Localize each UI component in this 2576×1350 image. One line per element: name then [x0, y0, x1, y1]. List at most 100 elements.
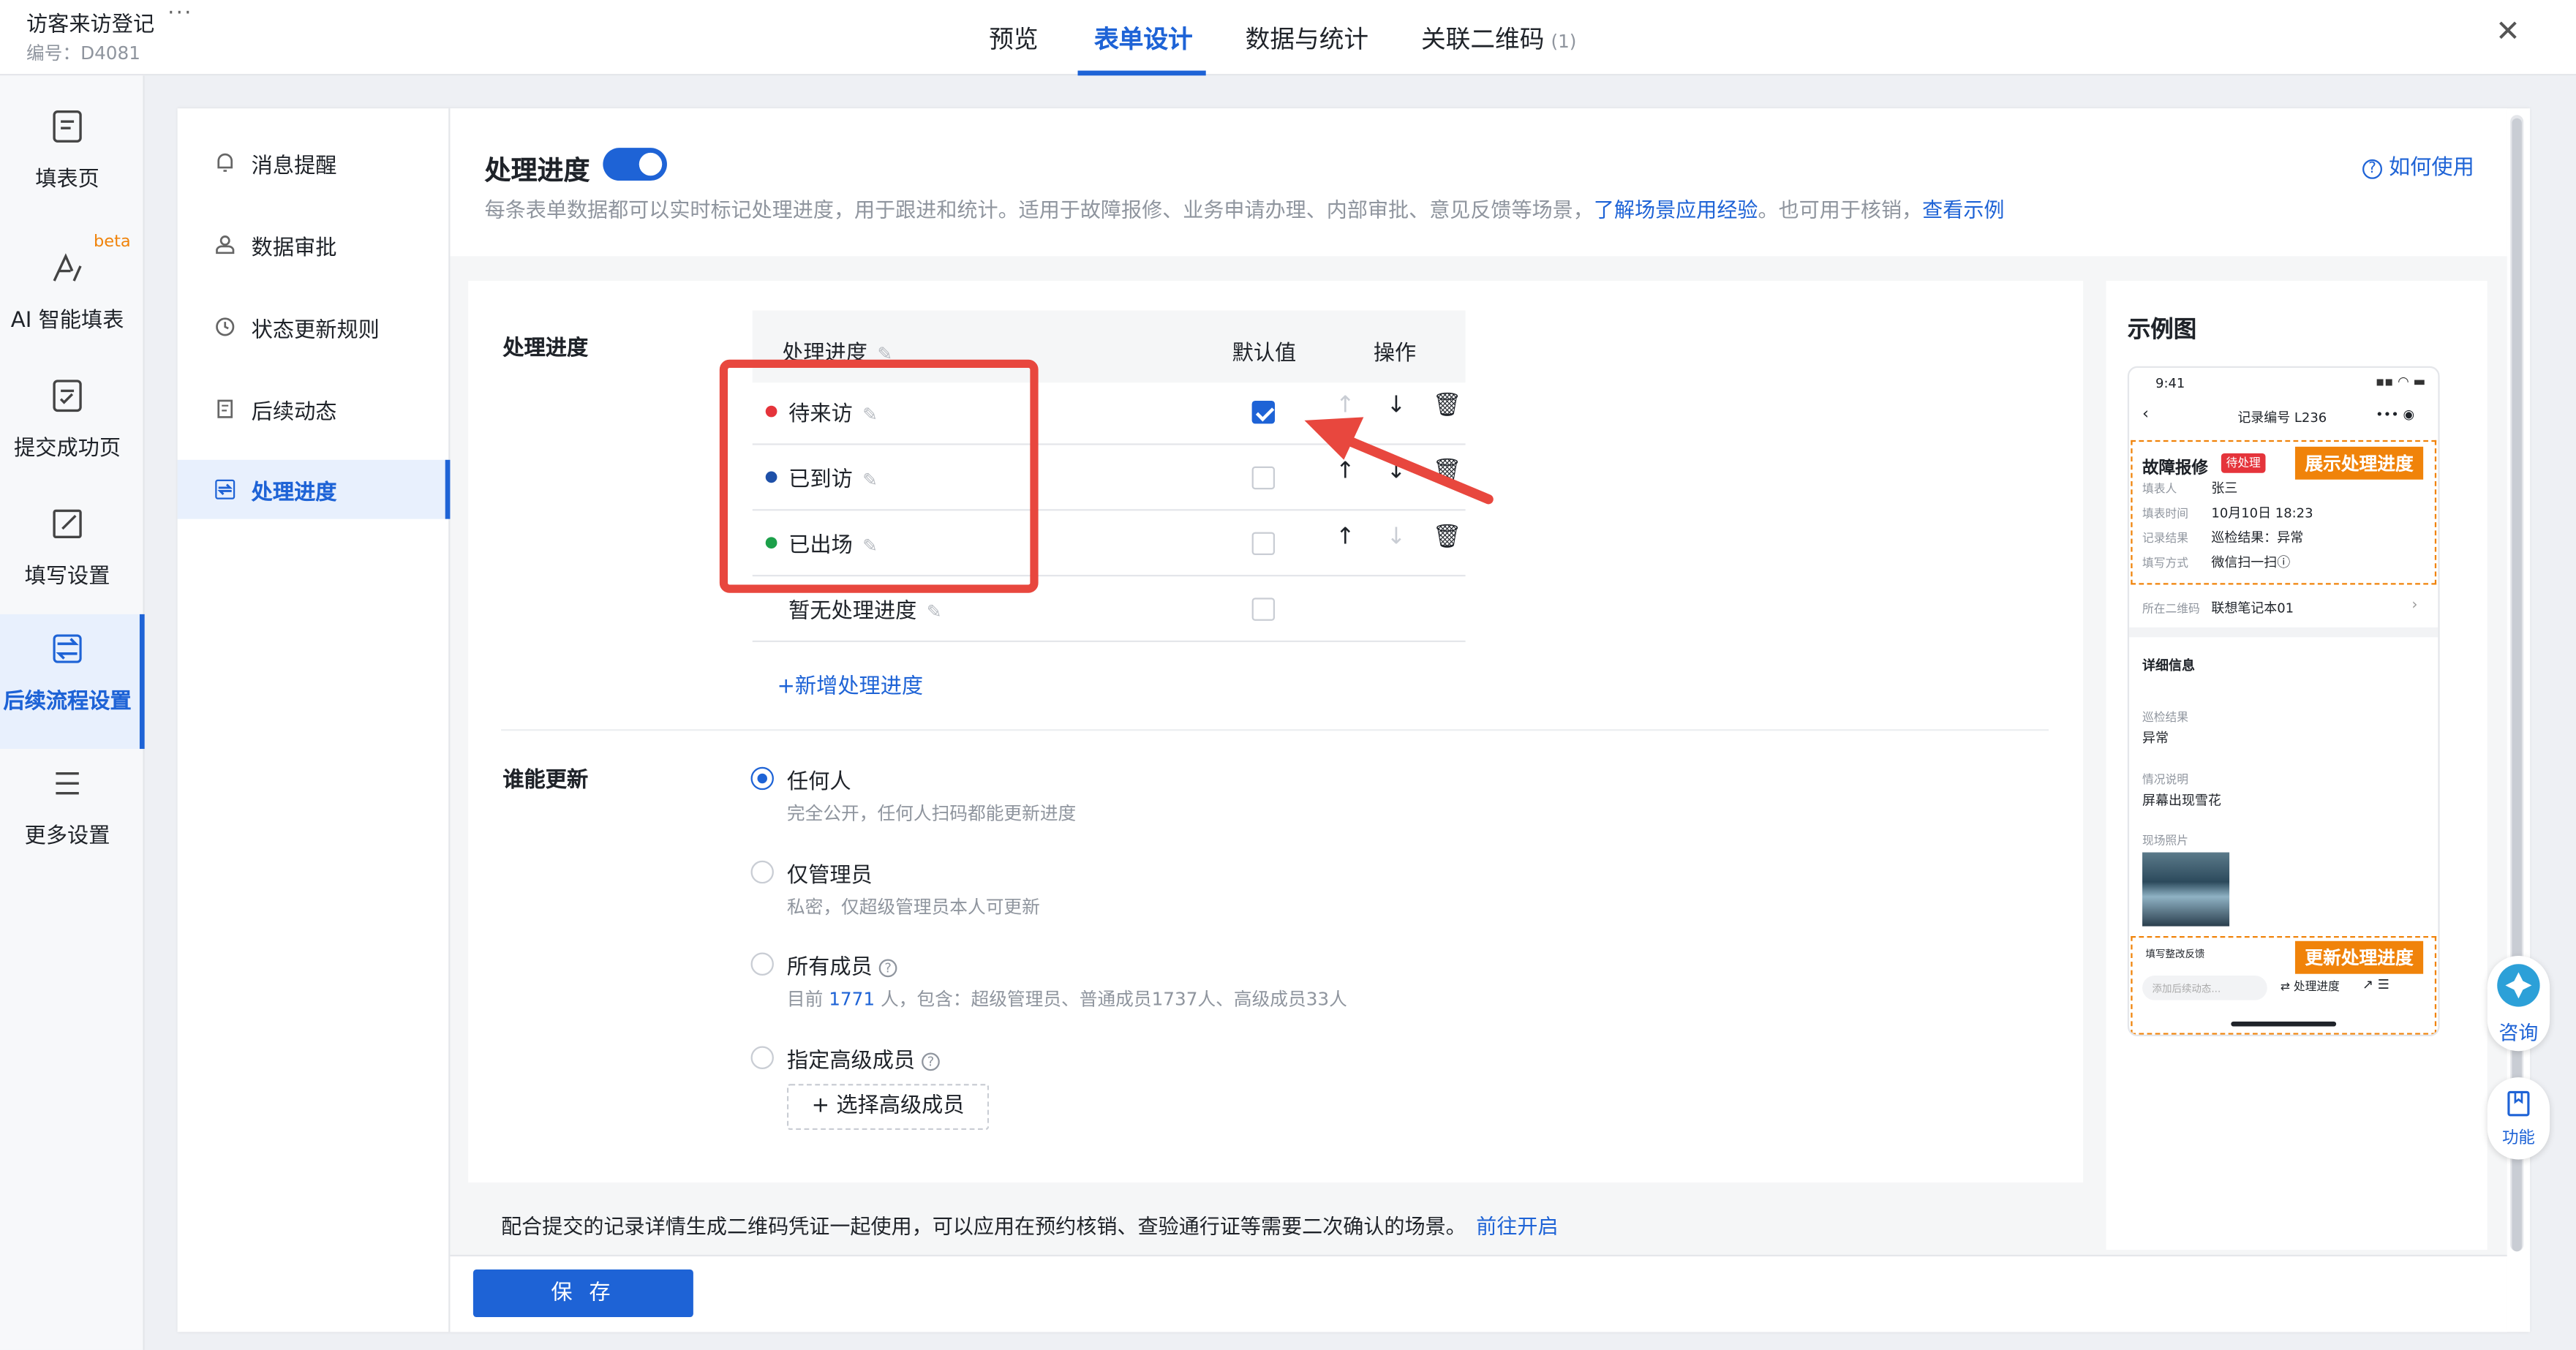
row-label-text: 暂无处理进度	[788, 599, 917, 625]
progress-btn-label: ⇄ 处理进度	[2280, 980, 2340, 994]
flow-icon	[53, 634, 82, 663]
field-value: 张三	[2211, 480, 2238, 497]
help-icon[interactable]: ?	[878, 959, 897, 978]
sub-item-progress[interactable]: 处理进度	[177, 459, 451, 519]
move-down-icon: ↓	[1386, 524, 1406, 551]
rail-label: 更多设置	[24, 824, 110, 850]
tab-form-design[interactable]: 表单设计	[1094, 21, 1193, 56]
qr-value: 联想笔记本01	[2211, 600, 2294, 616]
default-checkbox[interactable]	[1251, 532, 1276, 556]
col-default-header: 默认值	[1232, 342, 1297, 366]
detail-key: 巡检结果	[2142, 711, 2188, 725]
delete-icon[interactable]: 🗑	[1433, 524, 1462, 550]
form-panel: 处理进度 处理进度 ✎ 默认值 操作 待来访 ✎ ↑ ↓ 🗑 已到访 ✎ ↑ ↓…	[468, 281, 2084, 1183]
content-header: 处理进度 每条表单数据都可以实时标记处理进度，用于跟进和统计。适用于故障报修、业…	[450, 108, 2507, 257]
sub-item-status-rules[interactable]: 状态更新规则	[178, 297, 451, 356]
left-rail: 填表页 beta AI 智能填表 提交成功页 填写设置 后续流程设置 更多设置	[0, 75, 145, 1350]
beta-badge: beta	[94, 233, 131, 252]
default-checkbox[interactable]	[1251, 400, 1276, 424]
col-ops-header: 操作	[1373, 342, 1417, 366]
home-indicator	[2231, 1021, 2337, 1027]
move-up-icon[interactable]: ↑	[1336, 524, 1355, 550]
fix-feedback-label: 填写整改反馈	[2145, 949, 2205, 961]
qr-label: 所在二维码	[2142, 603, 2200, 616]
user-icon	[216, 235, 235, 254]
back-icon: ‹	[2142, 405, 2150, 424]
desc-mid: 。也可用于核销，	[1758, 197, 1923, 222]
add-progress-link[interactable]: +新增处理进度	[777, 668, 923, 700]
tab-data-stats[interactable]: 数据与统计	[1246, 21, 1369, 56]
field-value: 微信扫一扫ⓘ	[2211, 555, 2291, 570]
sub-item-label: 处理进度	[251, 480, 337, 506]
sub-item-follow-dynamic[interactable]: 后续动态	[178, 380, 451, 439]
field-key: 填表人	[2142, 483, 2177, 497]
row-label: 暂无处理进度 ✎	[788, 593, 941, 625]
sub-nav: 消息提醒 数据审批 状态更新规则 后续动态 处理进度	[177, 108, 451, 1332]
add-dynamic-placeholder: 添加后续动态...	[2152, 984, 2221, 995]
update-progress-tag: 更新处理进度	[2294, 940, 2424, 974]
help-icon[interactable]: ?	[922, 1052, 940, 1071]
default-checkbox[interactable]	[1251, 597, 1276, 621]
section-divider	[501, 729, 2049, 731]
tab-preview[interactable]: 预览	[989, 21, 1038, 56]
page-description: 每条表单数据都可以实时标记处理进度，用于跟进和统计。适用于故障报修、业务申请办理…	[485, 192, 2005, 224]
select-senior-members-button[interactable]: + 选择高级成员	[786, 1084, 990, 1131]
radio-button[interactable]	[750, 952, 774, 976]
rail-item-form-page[interactable]: 填表页	[0, 92, 145, 217]
sub-item-message-remind[interactable]: 消息提醒	[178, 133, 451, 192]
rail-item-more-settings[interactable]: 更多设置	[0, 749, 145, 874]
doc-icon	[217, 399, 233, 418]
rail-item-success-page[interactable]: 提交成功页	[0, 361, 145, 486]
help-icon: ?	[2362, 159, 2382, 179]
page-title: 处理进度	[484, 154, 590, 186]
pending-tag: 待处理	[2221, 453, 2266, 473]
go-enable-link[interactable]: 前往开启	[1476, 1214, 1558, 1239]
menu-icon	[56, 772, 79, 795]
rail-label: 填写设置	[24, 565, 110, 590]
top-bar: 访客来访登记 ··· 编号：D4081 预览 表单设计 数据与统计 关联二维码(…	[0, 0, 2576, 76]
how-to-label: 如何使用	[2388, 156, 2474, 181]
sub-item-label: 状态更新规则	[251, 318, 380, 344]
function-button[interactable]: 功能	[2487, 1077, 2550, 1160]
example-panel: 示例图 9:41 ▪▪ ◠ ▬ ‹ 记录编号 L236 ••• ◉ 故障报修 待…	[2106, 281, 2488, 1250]
sub-item-label: 数据审批	[251, 236, 337, 262]
desc-pre: 目前	[786, 988, 829, 1011]
bell-icon	[217, 153, 233, 172]
phone-separator	[2129, 627, 2438, 638]
detail-key: 现场照片	[2142, 834, 2188, 848]
default-checkbox[interactable]	[1251, 466, 1276, 490]
rail-label: 填表页	[35, 167, 99, 192]
note-text: 配合提交的记录详情生成二维码凭证一起使用，可以应用在预约核销、查验通行证等需要二…	[501, 1213, 1466, 1239]
scene-link[interactable]: 了解场景应用经验	[1594, 197, 1758, 222]
close-icon[interactable]: ✕	[2496, 15, 2520, 49]
member-count[interactable]: 1771	[829, 989, 875, 1010]
field-key: 填写方式	[2142, 557, 2188, 570]
radio-button[interactable]	[750, 1046, 774, 1069]
field-key: 填表时间	[2142, 507, 2188, 521]
sub-item-data-approval[interactable]: 数据审批	[178, 215, 451, 274]
radio-button[interactable]	[750, 766, 774, 791]
example-link[interactable]: 查看示例	[1922, 197, 2004, 222]
tab-linked-qrcode[interactable]: 关联二维码 (1)	[1421, 21, 1577, 56]
qrcode-note: 配合提交的记录详情生成二维码凭证一起使用，可以应用在预约核销、查验通行证等需要二…	[501, 1209, 1559, 1240]
consult-icon	[2497, 964, 2540, 1007]
footer-bar: 保 存	[450, 1254, 2507, 1332]
how-to-use-link[interactable]: ? 如何使用	[2362, 149, 2474, 181]
rail-item-ai-fill[interactable]: beta AI 智能填表	[0, 233, 145, 358]
save-button[interactable]: 保 存	[472, 1269, 693, 1318]
desc-main: 每条表单数据都可以实时标记处理进度，用于跟进和统计。适用于故障报修、业务申请办理…	[484, 197, 1594, 222]
progress-toggle[interactable]	[603, 148, 667, 181]
record-title: 记录编号 L236	[2237, 410, 2327, 426]
rail-item-fill-settings[interactable]: 填写设置	[0, 489, 145, 614]
edit-icon[interactable]: ✎	[927, 601, 942, 622]
who-section-label: 谁能更新	[502, 768, 589, 793]
detail-key: 情况说明	[2142, 773, 2188, 787]
edit-settings-icon	[53, 509, 82, 539]
rail-item-flow-settings[interactable]: 后续流程设置	[0, 614, 145, 750]
radio-button[interactable]	[750, 860, 774, 884]
chevron-right-icon: ›	[2411, 597, 2418, 614]
radio-label: 任何人	[786, 770, 851, 795]
annotation-arrow	[1304, 417, 1494, 505]
consult-button[interactable]: 咨询	[2487, 955, 2550, 1052]
phone-mockup: 9:41 ▪▪ ◠ ▬ ‹ 记录编号 L236 ••• ◉ 故障报修 待处理 展…	[2127, 366, 2440, 1037]
